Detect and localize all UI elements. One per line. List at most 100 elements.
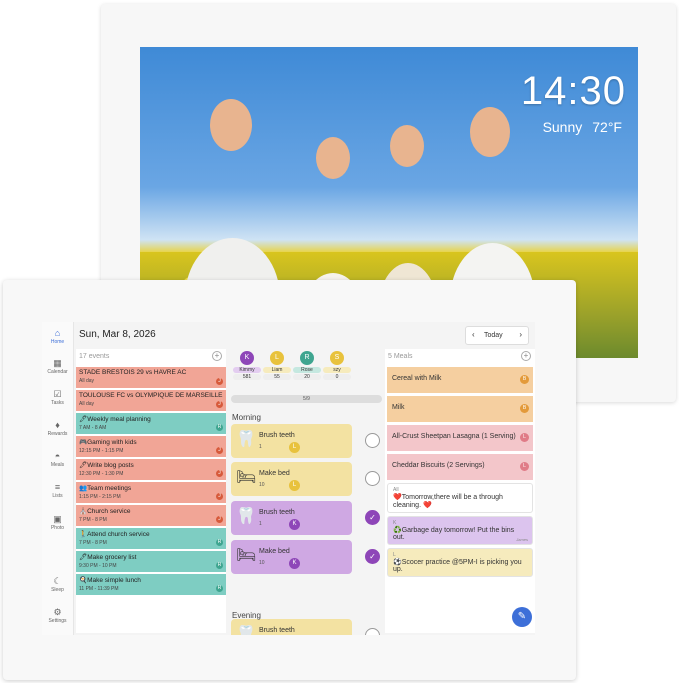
photo-icon: ▣ xyxy=(53,514,62,524)
event-item[interactable]: TOULOUSE FC vs OLYMPIQUE DE MARSEILLE All… xyxy=(76,390,226,411)
meal-type-badge: B xyxy=(520,375,529,384)
kid-profile[interactable]: Sszy 0 xyxy=(323,351,351,380)
meal-name: Milk xyxy=(392,404,405,411)
calendar-screen: ⌂ Home ▦ Calendar ☑ Tasks ♦ Rewards ◓ Meals ≡… xyxy=(42,322,535,635)
event-item[interactable]: 🖊Weekly meal planning 7 AM - 8 AM R xyxy=(76,413,226,434)
nav-sleep[interactable]: ☾ Sleep xyxy=(42,576,73,593)
kid-profile[interactable]: K Kimmy 581 xyxy=(233,351,261,380)
event-time: 11 PM - 11:39 PM xyxy=(79,586,119,592)
task-assignee: K xyxy=(289,558,300,569)
event-item[interactable]: 🍳Make simple lunch 11 PM - 11:39 PM R xyxy=(76,574,226,595)
task-checkbox[interactable] xyxy=(365,471,380,486)
add-meal-button[interactable]: + xyxy=(521,351,531,361)
weather: Sunny 72°F xyxy=(533,119,622,135)
nav-label: Photo xyxy=(50,525,65,531)
event-title: 🎮Gaming with kids xyxy=(79,439,137,446)
note-text: ❤️Tomorrow,there will be a through clean… xyxy=(393,494,503,509)
note-card[interactable]: K ♻️Garbage day tomorrow! Put the bins ou… xyxy=(387,516,533,545)
kid-avatar: S xyxy=(330,351,344,365)
nav-calendar[interactable]: ▦ Calendar xyxy=(42,358,73,375)
add-event-button[interactable]: + xyxy=(212,351,222,361)
event-title: 🖊Write blog posts xyxy=(79,462,134,469)
note-card[interactable]: L ⚽Scocer practice @5PM-I is picking you … xyxy=(387,548,533,577)
note-card[interactable]: All ❤️Tomorrow,there will be a through cl… xyxy=(387,483,533,513)
kid-profile[interactable]: L Liam 55 xyxy=(263,351,291,380)
face-father xyxy=(210,99,252,151)
nav-rewards[interactable]: ♦ Rewards xyxy=(42,420,73,437)
task-checkbox[interactable]: ✓ xyxy=(365,510,380,525)
event-item[interactable]: ⛪Church service 7 PM - 8 PM J xyxy=(76,505,226,526)
event-owner-badge: J xyxy=(216,378,223,385)
nav-lists[interactable]: ≡ Lists xyxy=(42,482,73,499)
kid-name: Liam xyxy=(263,367,291,373)
current-date: Sun, Mar 8, 2026 xyxy=(79,329,156,340)
note-text: ♻️Garbage day tomorrow! Put the bins out… xyxy=(393,527,515,541)
task-card[interactable]: 🦷Brush teeth1L xyxy=(231,619,380,635)
weather-temperature: 72°F xyxy=(592,119,622,135)
event-title: 👥Team meetings xyxy=(79,485,132,492)
chores-column: K Kimmy 581 L Liam 55 R Rose 20 Sszy 0 5/9 Morning… xyxy=(229,349,384,635)
events-column: 17 events + STADE BRESTOIS 29 vs HAVRE AC… xyxy=(76,349,226,633)
task-assignee: L xyxy=(289,480,300,491)
chores-progress: 5/9 xyxy=(231,395,382,403)
bed-icon: 🛏 xyxy=(236,469,257,486)
event-owner-badge: J xyxy=(216,516,223,523)
section-evening: Evening xyxy=(232,611,261,620)
event-time: 12:30 PM - 1:30 PM xyxy=(79,471,124,477)
nav-meals[interactable]: ◓ Meals xyxy=(42,451,73,468)
event-title: 🍳Make simple lunch xyxy=(79,577,141,584)
note-text: ⚽Scocer practice @5PM-I is picking you u… xyxy=(393,559,522,573)
meal-item[interactable]: Milk B xyxy=(387,396,533,422)
nav-settings[interactable]: ⚙ Settings xyxy=(42,607,73,624)
face-mother xyxy=(470,107,510,157)
meal-item[interactable]: Cheddar Biscuits (2 Servings) L xyxy=(387,454,533,480)
today-button[interactable]: Today xyxy=(484,332,503,339)
meal-type-badge: L xyxy=(520,462,529,471)
nav-tasks[interactable]: ☑ Tasks xyxy=(42,389,73,406)
task-checkbox[interactable] xyxy=(365,628,380,635)
rewards-icon: ♦ xyxy=(55,420,60,430)
task-card[interactable]: 🦷Brush teeth1L xyxy=(231,424,380,458)
tooth-icon: 🦷 xyxy=(236,508,256,525)
task-card[interactable]: 🛏 Make bed 10 L xyxy=(231,462,380,496)
event-item[interactable]: 👥Team meetings 1:15 PM - 2:15 PM J xyxy=(76,482,226,503)
kid-name: szy xyxy=(323,367,351,373)
task-name: Brush teeth xyxy=(259,509,295,516)
task-checkbox[interactable] xyxy=(365,433,380,448)
task-card[interactable]: 🦷 Brush teeth 1 K ✓ xyxy=(231,501,380,535)
meal-item[interactable]: All-Crust Sheetpan Lasagna (1 Serving) L xyxy=(387,425,533,451)
event-time: 7 PM - 8 PM xyxy=(79,517,107,523)
meal-type-badge: B xyxy=(520,404,529,413)
home-icon: ⌂ xyxy=(54,328,61,338)
event-time: 1:15 PM - 2:15 PM xyxy=(79,494,121,500)
task-checkbox[interactable]: ✓ xyxy=(365,549,380,564)
settings-icon: ⚙ xyxy=(53,607,62,617)
nav-photo[interactable]: ▣ Photo xyxy=(42,514,73,531)
event-title: 🖊Weekly meal planning xyxy=(79,416,151,423)
lists-icon: ≡ xyxy=(54,482,61,492)
nav-home[interactable]: ⌂ Home xyxy=(42,328,73,345)
add-note-button[interactable]: ✎ xyxy=(512,607,532,627)
event-item[interactable]: STADE BRESTOIS 29 vs HAVRE AC All day J xyxy=(76,367,226,388)
task-card[interactable]: 🛏 Make bed 10 K ✓ xyxy=(231,540,380,574)
event-owner-badge: R xyxy=(216,562,223,569)
event-item[interactable]: 🚶Attend church service 7 PM - 8 PM R xyxy=(76,528,226,549)
event-item[interactable]: 🎮Gaming with kids 12:15 PM - 1:15 PM J xyxy=(76,436,226,457)
prev-day-button[interactable]: ‹ xyxy=(472,330,475,339)
tooth-icon: 🦷 xyxy=(236,431,256,448)
kid-profile[interactable]: R Rose 20 xyxy=(293,351,321,380)
event-item[interactable]: 🖊Make grocery list 9:30 PM - 10 PM R xyxy=(76,551,226,572)
event-item[interactable]: 🖊Write blog posts 12:30 PM - 1:30 PM J xyxy=(76,459,226,480)
task-name: Brush teeth xyxy=(259,627,295,634)
kids-row: K Kimmy 581 L Liam 55 R Rose 20 Sszy 0 xyxy=(229,349,384,391)
nav-label: Calendar xyxy=(47,369,68,375)
task-assignee: L xyxy=(289,442,300,453)
section-morning: Morning xyxy=(232,413,261,422)
next-day-button[interactable]: › xyxy=(519,330,522,339)
nav-label: Home xyxy=(50,339,65,345)
event-title: 🚶Attend church service xyxy=(79,531,150,538)
meal-item[interactable]: Cereal with Milk B xyxy=(387,367,533,393)
kid-points: 581 xyxy=(233,374,261,380)
events-header: 17 events + xyxy=(76,349,226,367)
kid-avatar: L xyxy=(270,351,284,365)
